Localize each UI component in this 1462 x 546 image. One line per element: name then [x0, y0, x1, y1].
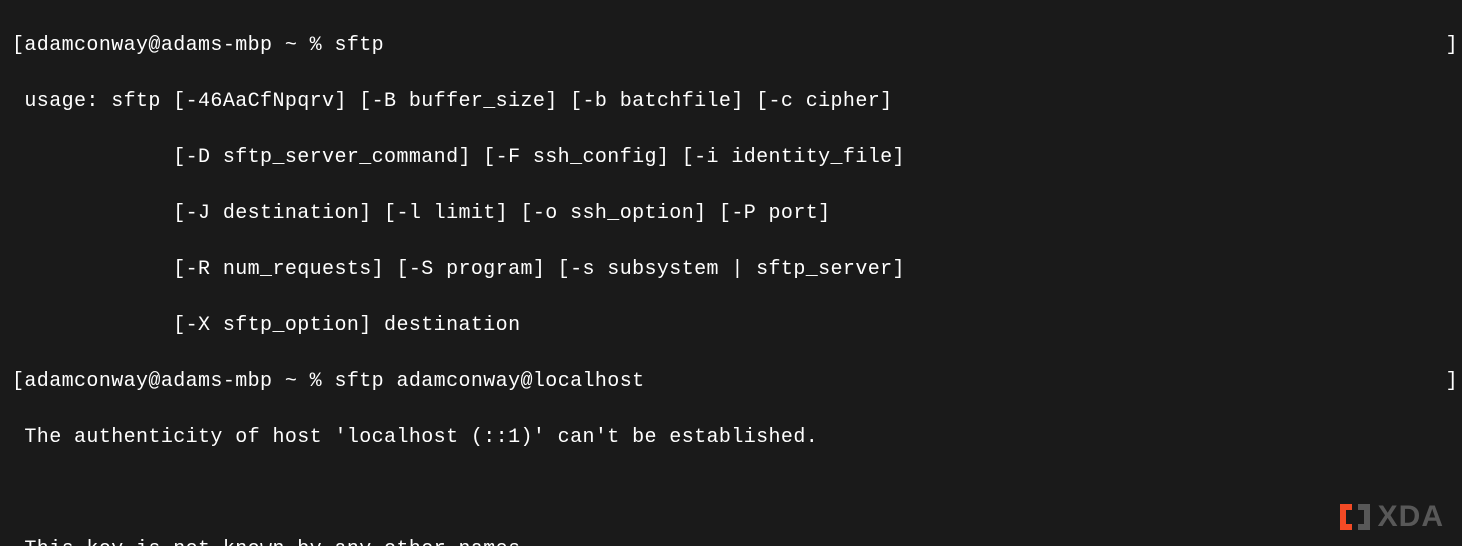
xda-logo-icon: [1338, 500, 1372, 534]
key-info-line: This key is not known by any other names…: [12, 536, 1450, 546]
usage-line-4: [-R num_requests] [-S program] [-s subsy…: [12, 256, 1450, 284]
bracket-left: [: [12, 34, 24, 57]
xda-watermark: XDA: [1338, 500, 1444, 534]
prompt-text: adamconway@adams-mbp ~ % sftp: [24, 34, 384, 57]
blank-line: [12, 480, 1450, 508]
bracket-right: ]: [1446, 32, 1458, 60]
prompt-line-1: [adamconway@adams-mbp ~ % sftp]: [12, 32, 1450, 60]
usage-line-3: [-J destination] [-l limit] [-o ssh_opti…: [12, 200, 1450, 228]
auth-line: The authenticity of host 'localhost (::1…: [12, 424, 1450, 452]
usage-line-5: [-X sftp_option] destination: [12, 312, 1450, 340]
bracket-right: ]: [1446, 368, 1458, 396]
xda-watermark-text: XDA: [1378, 503, 1444, 531]
bracket-left: [: [12, 370, 24, 393]
prompt-line-2: [adamconway@adams-mbp ~ % sftp adamconwa…: [12, 368, 1450, 396]
usage-line-1: usage: sftp [-46AaCfNpqrv] [-B buffer_si…: [12, 88, 1450, 116]
usage-line-2: [-D sftp_server_command] [-F ssh_config]…: [12, 144, 1450, 172]
terminal-output[interactable]: [adamconway@adams-mbp ~ % sftp] usage: s…: [0, 0, 1462, 546]
prompt-text: adamconway@adams-mbp ~ % sftp adamconway…: [24, 370, 644, 393]
